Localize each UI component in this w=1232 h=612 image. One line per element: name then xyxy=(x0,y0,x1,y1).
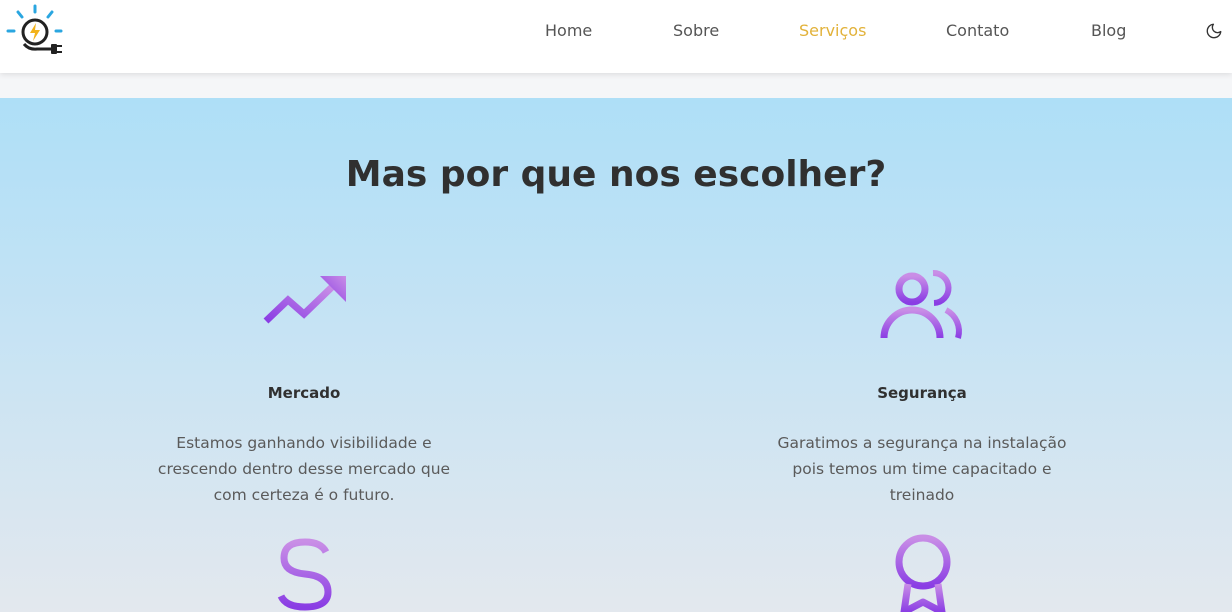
feature-title-mercado: Mercado xyxy=(267,384,341,402)
moon-icon[interactable] xyxy=(1205,22,1223,40)
nav-home[interactable]: Home xyxy=(545,21,592,40)
trending-up-icon xyxy=(263,276,346,324)
why-choose-us-section: Mas por que nos escolher? Mercado Estamo… xyxy=(0,98,1232,612)
award-icon xyxy=(895,534,951,612)
section-title: Mas por que nos escolher? xyxy=(345,154,887,195)
feature-text-seguranca: Garatimos a segurança na instalação pois… xyxy=(777,434,1067,504)
dollar-icon xyxy=(277,537,332,612)
navbar: Home Sobre Serviços Contato Blog xyxy=(0,0,1232,73)
nav-sobre[interactable]: Sobre xyxy=(673,21,719,40)
feature-text-mercado: Estamos ganhando visibilidade e crescend… xyxy=(157,434,451,504)
bulb-plug-logo-icon[interactable] xyxy=(5,4,65,56)
nav-servicos[interactable]: Serviços xyxy=(799,21,866,40)
nav-blog[interactable]: Blog xyxy=(1091,21,1126,40)
feature-title-seguranca: Segurança xyxy=(877,384,967,402)
users-icon xyxy=(880,270,962,339)
nav-contato[interactable]: Contato xyxy=(946,21,1009,40)
